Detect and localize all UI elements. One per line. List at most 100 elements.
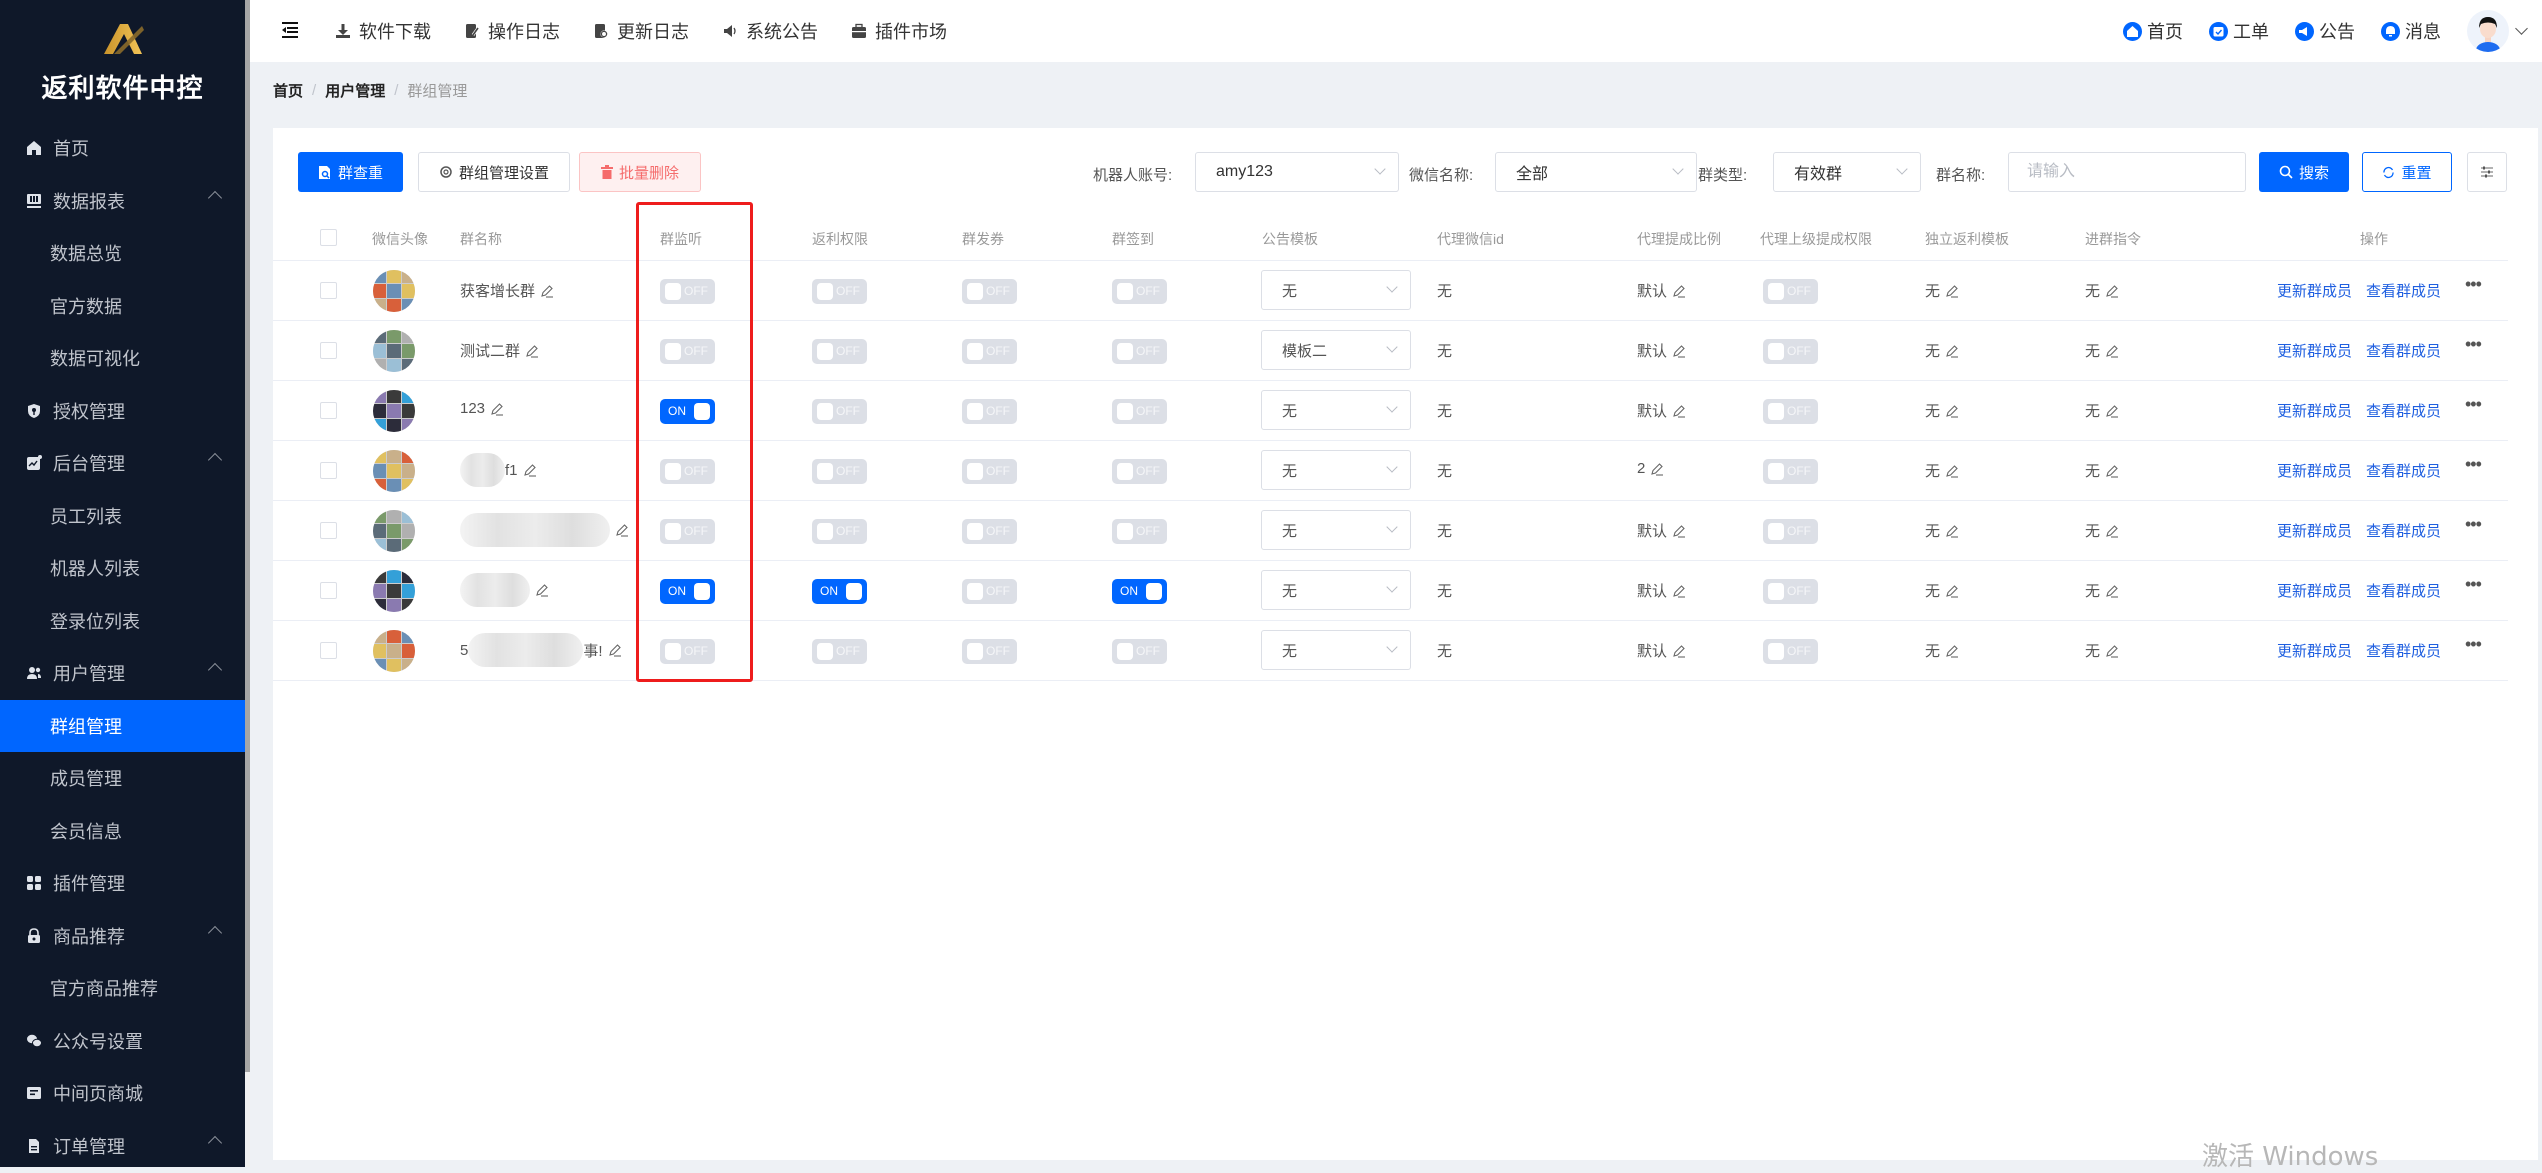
edit-pencil-icon[interactable] <box>540 284 554 298</box>
upper-commission-switch[interactable]: OFF <box>1763 279 1818 304</box>
breadcrumb-user-management[interactable]: 用户管理 <box>325 80 385 101</box>
row-checkbox[interactable] <box>320 642 337 659</box>
update-members-link[interactable]: 更新群成员 <box>2277 640 2352 661</box>
edit-pencil-icon[interactable] <box>615 523 629 537</box>
header-right-item-1[interactable]: 工单 <box>2209 18 2269 44</box>
sidebar-item-13[interactable]: 会员信息 <box>0 805 245 858</box>
sidebar-item-10[interactable]: 用户管理 <box>0 647 245 700</box>
group-dup-check-button[interactable]: 群查重 <box>298 152 403 192</box>
listen-switch[interactable]: OFF <box>660 279 715 304</box>
sidebar-item-12[interactable]: 成员管理 <box>0 752 245 805</box>
header-nav-item-2[interactable]: 更新日志 <box>593 18 689 44</box>
edit-pencil-icon[interactable] <box>1945 344 1959 358</box>
header-right-item-2[interactable]: 公告 <box>2295 18 2355 44</box>
sidebar-item-15[interactable]: 商品推荐 <box>0 910 245 963</box>
edit-pencil-icon[interactable] <box>523 463 537 477</box>
signin-switch[interactable]: OFF <box>1112 339 1167 364</box>
user-menu-chevron-icon[interactable] <box>2515 22 2528 35</box>
signin-switch[interactable]: OFF <box>1112 519 1167 544</box>
edit-pencil-icon[interactable] <box>2105 404 2119 418</box>
sidebar-item-4[interactable]: 数据可视化 <box>0 332 245 385</box>
listen-switch[interactable]: ON <box>660 579 715 604</box>
rebate-switch[interactable]: OFF <box>812 339 867 364</box>
sidebar-item-11[interactable]: 群组管理 <box>0 699 245 752</box>
coupon-switch[interactable]: OFF <box>962 519 1017 544</box>
notice-template-select[interactable]: 无 <box>1261 270 1411 310</box>
header-nav-item-1[interactable]: 操作日志 <box>464 18 560 44</box>
group-type-select[interactable]: 有效群 <box>1773 152 1921 192</box>
reset-button[interactable]: 重置 <box>2362 152 2452 192</box>
upper-commission-switch[interactable]: OFF <box>1763 399 1818 424</box>
breadcrumb-home[interactable]: 首页 <box>273 80 303 101</box>
group-settings-button[interactable]: 群组管理设置 <box>418 152 570 192</box>
edit-pencil-icon[interactable] <box>1945 464 1959 478</box>
group-name-input[interactable] <box>2008 152 2246 192</box>
signin-switch[interactable]: ON <box>1112 579 1167 604</box>
signin-switch[interactable]: OFF <box>1112 459 1167 484</box>
view-members-link[interactable]: 查看群成员 <box>2366 460 2441 481</box>
rebate-switch[interactable]: OFF <box>812 279 867 304</box>
edit-pencil-icon[interactable] <box>1672 644 1686 658</box>
rebate-switch[interactable]: OFF <box>812 639 867 664</box>
view-members-link[interactable]: 查看群成员 <box>2366 580 2441 601</box>
sidebar-item-9[interactable]: 登录位列表 <box>0 595 245 648</box>
edit-pencil-icon[interactable] <box>2105 584 2119 598</box>
rebate-switch[interactable]: OFF <box>812 459 867 484</box>
listen-switch[interactable]: OFF <box>660 519 715 544</box>
view-members-link[interactable]: 查看群成员 <box>2366 340 2441 361</box>
edit-pencil-icon[interactable] <box>525 344 539 358</box>
more-actions-icon[interactable]: ••• <box>2465 454 2482 475</box>
rebate-switch[interactable]: OFF <box>812 399 867 424</box>
row-checkbox[interactable] <box>320 282 337 299</box>
sidebar-item-0[interactable]: 首页 <box>0 122 245 175</box>
listen-switch[interactable]: OFF <box>660 639 715 664</box>
notice-template-select[interactable]: 无 <box>1261 450 1411 490</box>
sidebar-scrollbar[interactable] <box>245 0 250 1167</box>
sidebar-item-1[interactable]: 数据报表 <box>0 175 245 228</box>
update-members-link[interactable]: 更新群成员 <box>2277 520 2352 541</box>
edit-pencil-icon[interactable] <box>1945 284 1959 298</box>
signin-switch[interactable]: OFF <box>1112 279 1167 304</box>
edit-pencil-icon[interactable] <box>1945 644 1959 658</box>
edit-pencil-icon[interactable] <box>2105 284 2119 298</box>
header-nav-item-0[interactable]: 软件下载 <box>335 18 431 44</box>
upper-commission-switch[interactable]: OFF <box>1763 519 1818 544</box>
user-avatar[interactable] <box>2467 10 2509 52</box>
edit-pencil-icon[interactable] <box>1650 462 1664 476</box>
search-button[interactable]: 搜索 <box>2259 152 2349 192</box>
sidebar-item-14[interactable]: 插件管理 <box>0 857 245 910</box>
row-checkbox[interactable] <box>320 582 337 599</box>
edit-pencil-icon[interactable] <box>2105 464 2119 478</box>
upper-commission-switch[interactable]: OFF <box>1763 579 1818 604</box>
edit-pencil-icon[interactable] <box>2105 644 2119 658</box>
view-members-link[interactable]: 查看群成员 <box>2366 280 2441 301</box>
rebate-switch[interactable]: OFF <box>812 519 867 544</box>
row-checkbox[interactable] <box>320 342 337 359</box>
edit-pencil-icon[interactable] <box>1672 344 1686 358</box>
update-members-link[interactable]: 更新群成员 <box>2277 340 2352 361</box>
update-members-link[interactable]: 更新群成员 <box>2277 400 2352 421</box>
collapse-menu-icon[interactable] <box>280 20 300 40</box>
wechat-name-select[interactable]: 全部 <box>1495 152 1697 192</box>
notice-template-select[interactable]: 模板二 <box>1261 330 1411 370</box>
header-nav-item-4[interactable]: 插件市场 <box>851 18 947 44</box>
update-members-link[interactable]: 更新群成员 <box>2277 580 2352 601</box>
coupon-switch[interactable]: OFF <box>962 459 1017 484</box>
edit-pencil-icon[interactable] <box>1945 404 1959 418</box>
edit-pencil-icon[interactable] <box>1672 524 1686 538</box>
view-members-link[interactable]: 查看群成员 <box>2366 520 2441 541</box>
coupon-switch[interactable]: OFF <box>962 579 1017 604</box>
signin-switch[interactable]: OFF <box>1112 399 1167 424</box>
edit-pencil-icon[interactable] <box>1672 284 1686 298</box>
edit-pencil-icon[interactable] <box>2105 524 2119 538</box>
update-members-link[interactable]: 更新群成员 <box>2277 280 2352 301</box>
more-actions-icon[interactable]: ••• <box>2465 274 2482 295</box>
listen-switch[interactable]: ON <box>660 399 715 424</box>
signin-switch[interactable]: OFF <box>1112 639 1167 664</box>
more-actions-icon[interactable]: ••• <box>2465 394 2482 415</box>
sidebar-item-17[interactable]: 公众号设置 <box>0 1015 245 1068</box>
row-checkbox[interactable] <box>320 402 337 419</box>
coupon-switch[interactable]: OFF <box>962 339 1017 364</box>
edit-pencil-icon[interactable] <box>1945 584 1959 598</box>
rebate-switch[interactable]: ON <box>812 579 867 604</box>
